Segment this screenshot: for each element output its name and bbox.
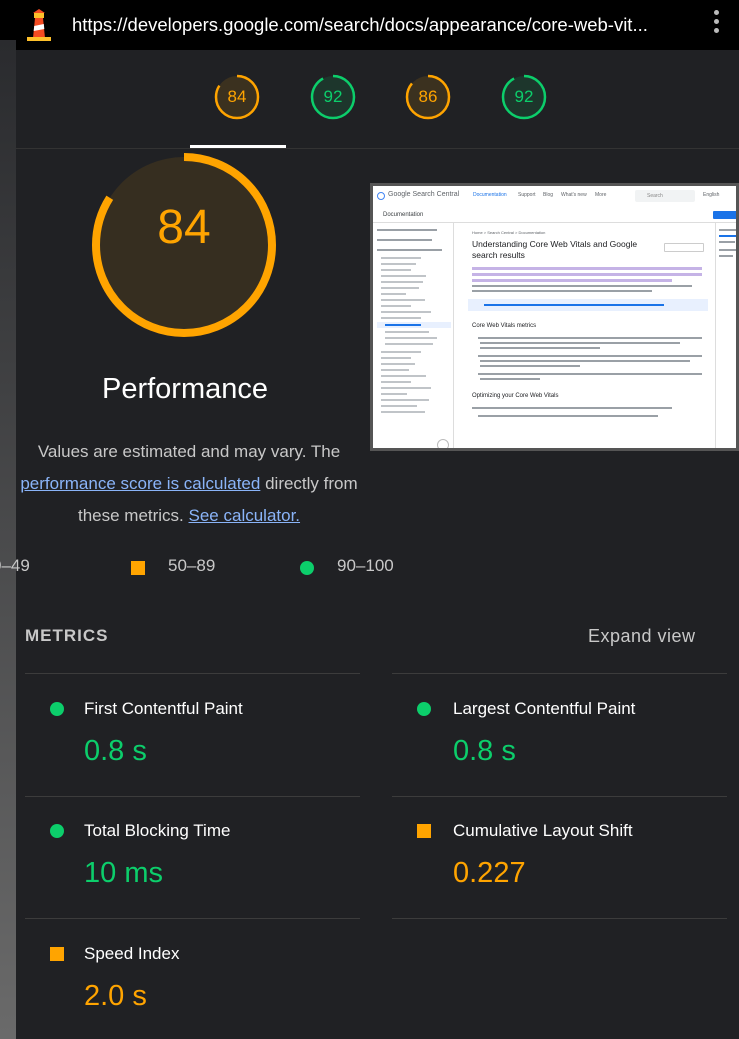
lighthouse-logo-icon <box>27 9 51 41</box>
screenshot-button <box>713 211 736 219</box>
metric-value: 2.0 s <box>84 980 147 1012</box>
window-edge <box>0 40 16 1039</box>
screenshot-nav-item: More <box>595 192 607 198</box>
note-text: Values are estimated and may vary. The <box>37 442 341 461</box>
page-url[interactable]: https://developers.google.com/search/doc… <box>72 14 648 36</box>
divider <box>392 673 727 674</box>
metrics-heading: METRICS <box>25 626 109 645</box>
divider <box>25 918 360 919</box>
performance-score: 84 <box>157 201 211 254</box>
pass-circle-icon <box>300 561 314 575</box>
metric-value: 0.227 <box>453 857 526 889</box>
screenshot-nav-item: Documentation <box>473 192 507 198</box>
note-text: these metrics. <box>77 506 189 525</box>
score-value: 86 <box>418 87 438 106</box>
metric-value: 10 ms <box>84 857 163 889</box>
legend-average: 50–89 <box>168 556 216 575</box>
pass-circle-icon <box>50 702 64 716</box>
see-calculator-link[interactable]: See calculator. <box>189 506 301 525</box>
screenshot-subnav: Documentation <box>373 208 736 223</box>
metric-label: Cumulative Layout Shift <box>453 821 633 840</box>
screenshot-toc <box>715 223 736 448</box>
report-frame: https://developers.google.com/search/doc… <box>0 0 739 1039</box>
screenshot-heading: Understanding Core Web Vitals and Google… <box>472 239 638 260</box>
score-gauge-seo[interactable]: 92 <box>501 74 547 120</box>
screenshot-article: Home > Search Central > Documentation Un… <box>454 223 714 448</box>
metric-label: Speed Index <box>84 944 180 963</box>
divider <box>25 673 360 674</box>
score-calculated-link[interactable]: performance score is calculated <box>20 474 260 493</box>
metric-label: Largest Contentful Paint <box>453 699 636 718</box>
legend-pass: 90–100 <box>337 556 394 575</box>
screenshot-nav-item: What's new <box>561 192 587 198</box>
metric-value: 0.8 s <box>453 735 516 767</box>
score-value: 84 <box>227 87 247 106</box>
screenshot-lang: English <box>703 192 720 198</box>
score-gauge-performance[interactable]: 84 <box>214 74 260 120</box>
screenshot-page-label: Documentation <box>383 212 424 218</box>
metric-value: 0.8 s <box>84 735 147 767</box>
screenshot-sidebar <box>373 223 454 448</box>
score-value: 92 <box>514 87 534 106</box>
top-bar: https://developers.google.com/search/doc… <box>0 0 739 50</box>
score-gauge-best-practices[interactable]: 86 <box>405 74 451 120</box>
category-scores: 84 92 86 92 <box>16 50 739 149</box>
divider <box>25 796 360 797</box>
note-text: directly from <box>260 474 358 493</box>
screenshot-subheading: Core Web Vitals metrics <box>472 323 537 329</box>
screenshot-header: Google Search Central Documentation Supp… <box>373 186 736 209</box>
average-square-icon <box>417 824 431 838</box>
pass-circle-icon <box>50 824 64 838</box>
more-vert-icon[interactable] <box>714 10 720 38</box>
page-screenshot[interactable]: Google Search Central Documentation Supp… <box>370 183 739 451</box>
score-note: Values are estimated and may vary. The p… <box>0 436 384 532</box>
screenshot-breadcrumb: Home > Search Central > Documentation <box>472 230 546 235</box>
screenshot-nav-item: Support <box>518 192 536 198</box>
screenshot-subheading-2: Optimizing your Core Web Vitals <box>472 393 559 399</box>
average-square-icon <box>131 561 145 575</box>
performance-title: Performance <box>101 373 268 405</box>
score-gauge-accessibility[interactable]: 92 <box>310 74 356 120</box>
divider <box>392 918 727 919</box>
google-logo-icon <box>377 192 385 200</box>
active-tab-indicator <box>190 145 286 148</box>
screenshot-brand: Google Search Central <box>388 191 460 198</box>
divider <box>392 796 727 797</box>
screenshot-search-box: Search <box>635 190 695 202</box>
screenshot-nav-item: Blog <box>543 192 554 198</box>
score-value: 92 <box>323 87 343 106</box>
pass-circle-icon <box>417 702 431 716</box>
average-square-icon <box>50 947 64 961</box>
metric-label: Total Blocking Time <box>84 821 231 840</box>
metric-label: First Contentful Paint <box>84 699 243 718</box>
legend-fail: 0–49 <box>0 556 30 575</box>
expand-view-button[interactable]: Expand view <box>588 626 696 647</box>
screenshot-search-text: Search <box>647 193 663 199</box>
